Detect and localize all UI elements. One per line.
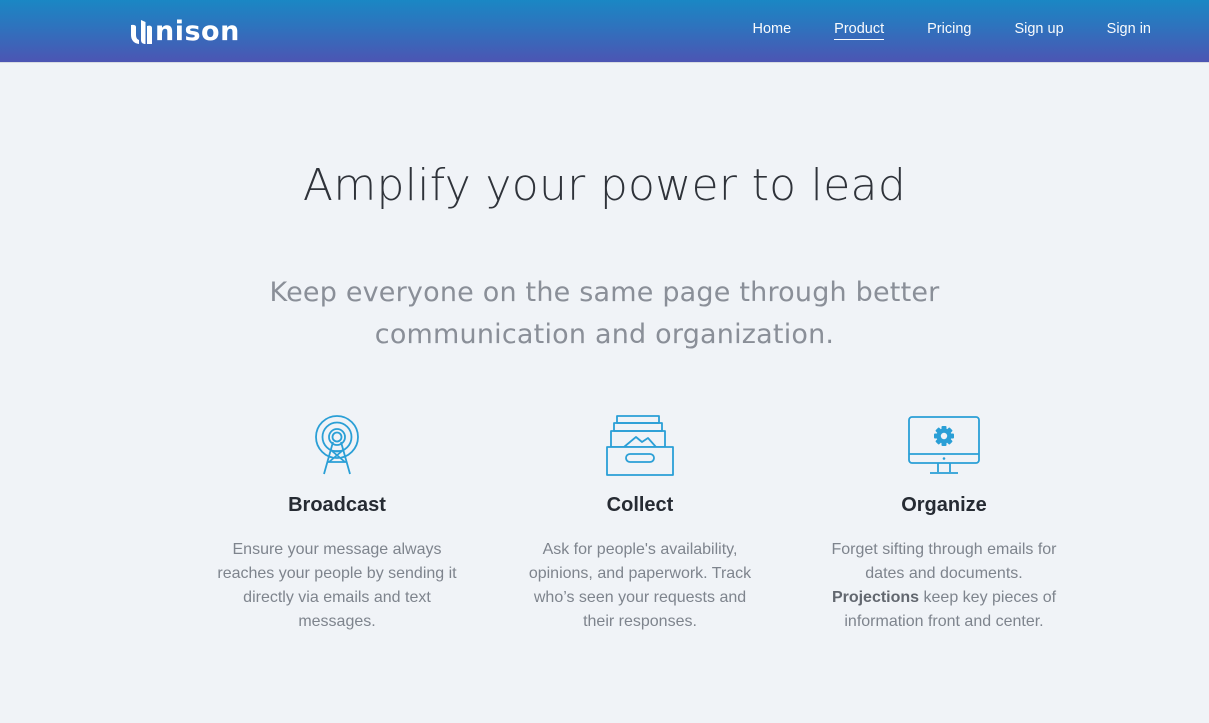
feature-broadcast: Broadcast Ensure your message always rea… — [207, 412, 467, 634]
hero-subtitle-line-2: communication and organization. — [374, 319, 835, 350]
nav-product-link[interactable]: Product — [834, 21, 885, 40]
feature-title: Organize — [901, 494, 987, 516]
hero-title: Amplify your power to lead — [302, 160, 907, 211]
monitor-gear-icon — [908, 416, 980, 474]
top-navigation-bar: nison Home Product Pricing Sign up Sign … — [0, 0, 1209, 63]
feature-description: Ensure your message always reaches your … — [217, 541, 457, 630]
feature-description-prefix: Forget sifting through emails for dates … — [831, 541, 1057, 582]
hero-subtitle: Keep everyone on the same page through b… — [0, 272, 1209, 356]
feature-collect: Collect Ask for people's availability, o… — [510, 412, 770, 634]
main-nav: Home Product Pricing Sign up Sign in — [752, 21, 1151, 40]
hero-subtitle-line-1: Keep everyone on the same page through b… — [269, 277, 940, 308]
feature-title: Collect — [606, 494, 674, 516]
unison-u-logo-icon — [131, 19, 152, 44]
archive-box-icon — [606, 415, 674, 476]
feature-description: Ask for people's availability, opinions,… — [528, 541, 752, 630]
feature-title: Broadcast — [288, 494, 386, 516]
feature-description-bold: Projections — [831, 589, 920, 606]
nav-home-link[interactable]: Home — [752, 21, 791, 40]
brand-logo[interactable]: nison — [130, 18, 240, 45]
nav-pricing-link[interactable]: Pricing — [927, 21, 971, 40]
feature-organize: Organize Forget sifting through emails f… — [814, 412, 1074, 634]
broadcast-tower-icon — [315, 415, 359, 475]
nav-signup-link[interactable]: Sign up — [1014, 21, 1063, 40]
feature-description: Forget sifting through emails for dates … — [814, 538, 1074, 634]
brand-name: nison — [155, 16, 240, 47]
nav-signin-link[interactable]: Sign in — [1107, 21, 1151, 40]
